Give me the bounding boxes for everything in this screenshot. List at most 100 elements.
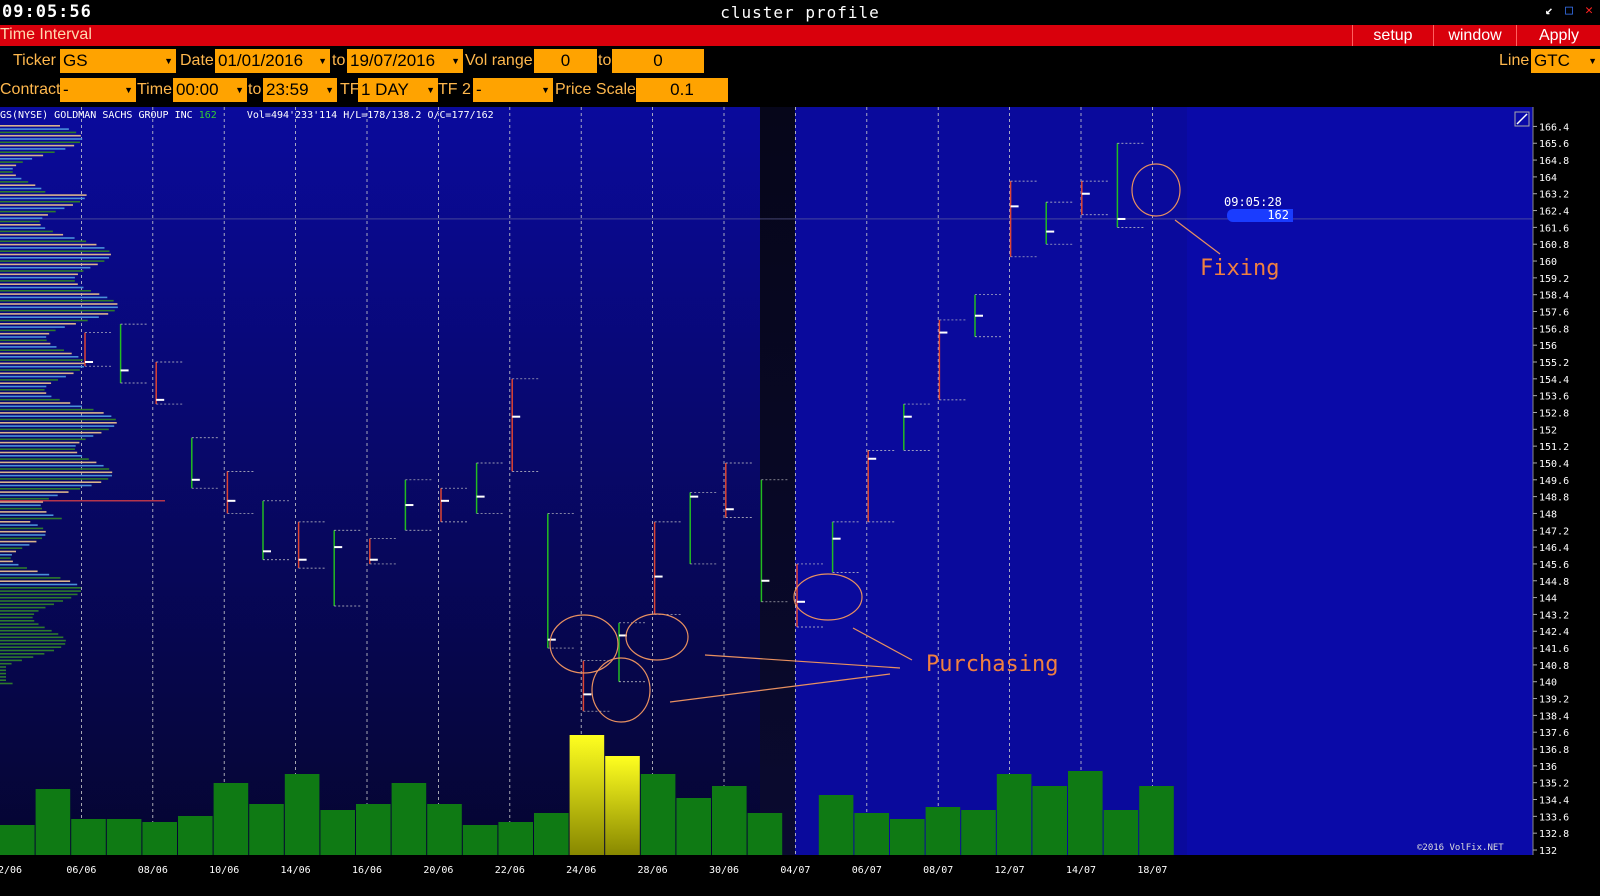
minimize-icon[interactable]: ↙ bbox=[1542, 4, 1556, 18]
volume-profile-bar bbox=[0, 669, 6, 672]
volume-profile-bar bbox=[0, 646, 62, 648]
time-from-field[interactable]: 00:00 ▼ bbox=[173, 78, 247, 102]
instrument-name: GS(NYSE) GOLDMAN SACHS GROUP INC bbox=[0, 110, 193, 121]
volume-profile-bar bbox=[0, 639, 66, 642]
volume-profile-bar bbox=[0, 649, 55, 652]
volume-bar bbox=[498, 822, 533, 855]
candle-close-mark bbox=[512, 415, 521, 418]
volume-profile-bar bbox=[0, 474, 112, 477]
volume-profile-bar bbox=[0, 412, 104, 414]
volume-profile-bar bbox=[0, 560, 13, 563]
date-label: Date bbox=[180, 52, 214, 69]
volume-profile-bar bbox=[0, 448, 75, 450]
volume-profile-bar bbox=[0, 494, 58, 497]
volume-profile-bar bbox=[0, 633, 59, 635]
price-scale-field[interactable]: 0.1 bbox=[636, 78, 728, 102]
volume-profile-bar bbox=[0, 270, 84, 272]
ticker-select[interactable]: GS ▼ bbox=[60, 49, 176, 73]
volume-profile-bar bbox=[0, 563, 19, 566]
volume-profile-bar bbox=[0, 369, 80, 371]
volume-profile-bar bbox=[0, 336, 47, 338]
price-tick-label: 144.8 bbox=[1539, 577, 1569, 588]
volume-profile-bar bbox=[0, 662, 12, 665]
volume-profile-bar bbox=[0, 329, 56, 332]
close-icon[interactable]: ✕ bbox=[1582, 4, 1596, 18]
vol-from-field[interactable]: 0 bbox=[534, 49, 597, 73]
window-title: cluster profile bbox=[720, 3, 880, 22]
last-price: 162 bbox=[198, 110, 217, 121]
date-label: 06/06 bbox=[66, 865, 96, 876]
volume-profile-bar bbox=[0, 128, 69, 130]
volume-profile-bar bbox=[0, 214, 48, 216]
volume-profile-bar bbox=[0, 431, 102, 434]
price-tick-label: 158.4 bbox=[1539, 291, 1569, 302]
tf2-select[interactable]: - ▼ bbox=[473, 78, 553, 102]
volume-bar bbox=[427, 804, 462, 855]
volume-profile-bar bbox=[0, 626, 45, 629]
restore-icon[interactable]: □ bbox=[1562, 4, 1576, 18]
volume-profile-bar bbox=[0, 557, 11, 559]
volume-profile-bar bbox=[0, 346, 57, 348]
vol-to-field[interactable]: 0 bbox=[612, 49, 704, 73]
date-to-field[interactable]: 19/07/2016 ▼ bbox=[347, 49, 463, 73]
volume-profile-bar bbox=[0, 233, 64, 236]
candle-close-mark bbox=[1117, 217, 1126, 220]
apply-button[interactable]: Apply bbox=[1516, 25, 1600, 46]
candle-close-mark bbox=[868, 457, 877, 460]
tf-select[interactable]: 1 DAY ▼ bbox=[358, 78, 438, 102]
candle-close-mark bbox=[690, 495, 699, 498]
volume-bar bbox=[1103, 810, 1139, 855]
volume-profile-bar bbox=[0, 484, 92, 487]
price-tick-label: 142.4 bbox=[1539, 627, 1569, 638]
chevron-down-icon: ▼ bbox=[235, 85, 244, 95]
volume-profile-bar bbox=[0, 428, 109, 431]
volume-profile-bar bbox=[0, 679, 6, 681]
volume-profile-bar bbox=[0, 356, 79, 358]
date-label: 28/06 bbox=[638, 865, 668, 876]
price-tick-label: 165.6 bbox=[1539, 139, 1569, 150]
volume-profile-bar bbox=[0, 402, 71, 404]
volume-profile-bar bbox=[0, 290, 91, 292]
volume-profile-bar bbox=[0, 332, 50, 335]
contract-select[interactable]: - ▼ bbox=[60, 78, 136, 102]
date-from-field[interactable]: 01/01/2016 ▼ bbox=[215, 49, 330, 73]
line-select[interactable]: GTC ▼ bbox=[1531, 49, 1600, 73]
volume-profile-bar bbox=[0, 177, 22, 180]
candle-close-mark bbox=[903, 415, 912, 418]
time-label: Time bbox=[137, 81, 172, 98]
volume-profile-bar bbox=[0, 527, 44, 530]
instrument-info: GS(NYSE) GOLDMAN SACHS GROUP INC 162 Vol… bbox=[0, 110, 494, 121]
date-label: 10/06 bbox=[209, 865, 239, 876]
price-tick-label: 148.8 bbox=[1539, 493, 1569, 504]
volume-profile-bar bbox=[0, 250, 110, 252]
volume-profile-bar bbox=[0, 451, 78, 454]
window-button[interactable]: window bbox=[1433, 25, 1516, 46]
candle-close-mark bbox=[120, 369, 129, 372]
volume-profile-bar bbox=[0, 342, 51, 345]
price-tick-label: 141.6 bbox=[1539, 644, 1569, 655]
price-tick-label: 161.6 bbox=[1539, 223, 1569, 234]
volume-profile-bar bbox=[0, 676, 6, 678]
volume-profile-bar bbox=[0, 217, 43, 219]
volume-profile-bar bbox=[0, 643, 66, 645]
candle-close-mark bbox=[334, 546, 343, 549]
volume-profile-bar bbox=[0, 230, 53, 233]
volume-profile-bar bbox=[0, 220, 40, 223]
volume-profile-bar bbox=[0, 131, 77, 134]
volume-profile-bar bbox=[0, 629, 52, 632]
volume-profile-bar bbox=[0, 144, 75, 147]
volume-profile-bar bbox=[0, 610, 39, 612]
candle-close-mark bbox=[405, 504, 414, 507]
volume-profile-bar bbox=[0, 623, 39, 625]
volume-profile-bar bbox=[0, 616, 33, 619]
volume-bar bbox=[142, 822, 177, 855]
setup-button[interactable]: setup bbox=[1352, 25, 1433, 46]
cluster-chart[interactable]: 166.4 165.6 164.8 164 163.2 162.4 161.6 160.8 16… bbox=[0, 107, 1600, 896]
volume-bar bbox=[854, 813, 889, 855]
volume-profile-bar bbox=[0, 184, 36, 186]
time-to-field[interactable]: 23:59 ▼ bbox=[263, 78, 337, 102]
price-tick-label: 149.6 bbox=[1539, 476, 1569, 487]
price-tick-label: 163.2 bbox=[1539, 190, 1569, 201]
volume-profile-bar bbox=[0, 309, 115, 312]
volume-profile-bar bbox=[0, 435, 94, 437]
